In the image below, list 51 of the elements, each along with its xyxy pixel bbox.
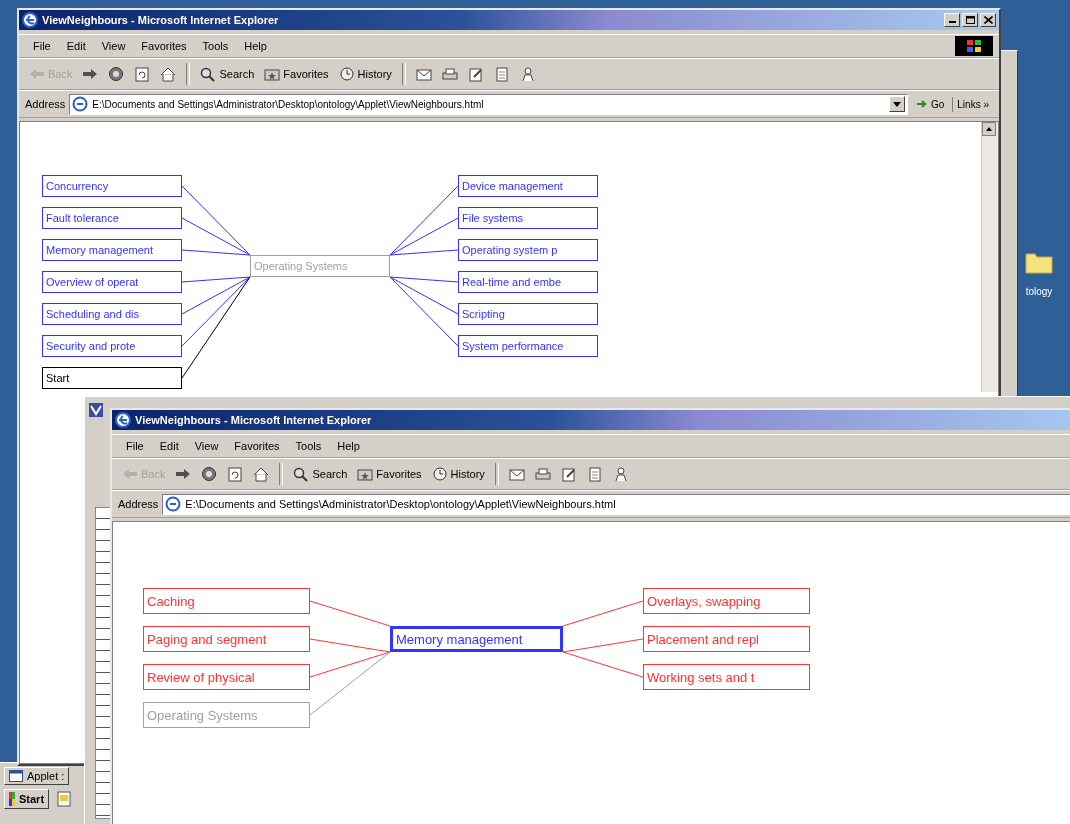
address-field[interactable]: E:\Documents and Settings\Administrator\Desktop\ontology\Applet\ViewNeighbours.html bbox=[162, 493, 1070, 515]
menu-item[interactable]: Favorites bbox=[133, 38, 195, 54]
start-button[interactable]: Start bbox=[4, 789, 50, 809]
address-url: E:\Documents and Settings\Administrator\Desktop\ontology\Applet\ViewNeighbours.html bbox=[92, 98, 485, 110]
graph-node[interactable]: Working sets and t bbox=[643, 664, 810, 690]
menu-item[interactable]: Edit bbox=[58, 38, 94, 54]
graph-node[interactable]: Overlays, swapping bbox=[643, 588, 810, 614]
graph-node[interactable]: Placement and repl bbox=[643, 626, 810, 652]
menu-item[interactable]: Favorites bbox=[226, 438, 288, 454]
graph-node[interactable]: Memory management bbox=[390, 626, 563, 652]
toolbar-button[interactable]: History bbox=[427, 464, 489, 484]
graph-node[interactable]: Start bbox=[42, 367, 182, 389]
toolbar-button[interactable]: History bbox=[334, 64, 396, 84]
menu-item[interactable]: Edit bbox=[151, 438, 187, 454]
menu-item[interactable]: File bbox=[118, 438, 152, 454]
graph-node[interactable]: Operating system p bbox=[458, 239, 598, 261]
window-title: ViewNeighbours - Microsoft Internet Explorer bbox=[135, 414, 373, 426]
graph-node[interactable]: Review of physical bbox=[143, 664, 310, 690]
menu-item[interactable]: View bbox=[93, 38, 134, 54]
address-field[interactable]: E:\Documents and Settings\Administrator\Desktop\ontology\Applet\ViewNeighbours.html bbox=[69, 93, 908, 115]
menu-item[interactable]: Help bbox=[236, 38, 275, 54]
go-button[interactable]: Go bbox=[911, 96, 949, 112]
graph-node[interactable]: Real-time and embe bbox=[458, 271, 598, 293]
toolbar-button[interactable]: Search bbox=[289, 464, 352, 484]
window-title: ViewNeighbours - Microsoft Internet Explorer bbox=[42, 14, 280, 26]
icon-label[interactable]: tology bbox=[1025, 286, 1053, 297]
menu-item[interactable]: Tools bbox=[287, 438, 330, 454]
graph-node[interactable]: Overview of operat bbox=[42, 271, 182, 293]
taskbar-button[interactable]: Applet : bbox=[4, 767, 70, 785]
toolbar-button[interactable]: Search bbox=[196, 64, 259, 84]
graph-node[interactable]: Concurrency bbox=[42, 175, 182, 197]
graph-node[interactable]: Memory management bbox=[42, 239, 182, 261]
graph-node[interactable]: Scheduling and dis bbox=[42, 303, 182, 325]
links-button[interactable]: Links » bbox=[952, 96, 993, 112]
menu-item[interactable]: File bbox=[25, 38, 59, 54]
menu-item[interactable]: Help bbox=[329, 438, 368, 454]
graph-node[interactable]: Paging and segment bbox=[143, 626, 310, 652]
menu-item[interactable]: View bbox=[186, 438, 227, 454]
menu-item[interactable]: Tools bbox=[194, 38, 237, 54]
toolbar-button[interactable]: Favorites bbox=[353, 464, 426, 484]
graph-node[interactable]: Scripting bbox=[458, 303, 598, 325]
toolbar-button[interactable]: Favorites bbox=[260, 64, 333, 84]
address-url: E:\Documents and Settings\Administrator\Desktop\ontology\Applet\ViewNeighbours.html bbox=[185, 498, 617, 510]
graph-node[interactable]: Security and prote bbox=[42, 335, 182, 357]
graph-node[interactable]: Device management bbox=[458, 175, 598, 197]
graph-node[interactable]: System performance bbox=[458, 335, 598, 357]
address-label: Address bbox=[25, 98, 66, 110]
graph-node[interactable]: Fault tolerance bbox=[42, 207, 182, 229]
graph-node[interactable]: Caching bbox=[143, 588, 310, 614]
address-label: Address bbox=[118, 498, 159, 510]
graph-node[interactable]: File systems bbox=[458, 207, 598, 229]
